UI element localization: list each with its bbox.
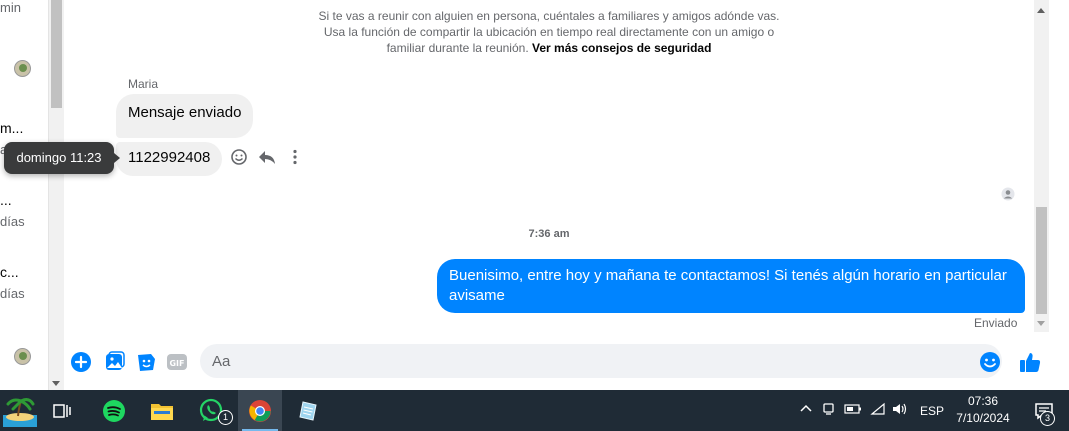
spotify-icon[interactable] (92, 390, 136, 431)
scroll-up-arrow[interactable] (1037, 8, 1045, 13)
more-options-icon[interactable] (286, 148, 304, 166)
notifications-icon[interactable]: 3 (1022, 390, 1066, 431)
photo-icon[interactable] (102, 350, 126, 374)
wifi-icon[interactable] (870, 402, 886, 419)
battery-icon[interactable] (844, 403, 862, 418)
gif-icon[interactable]: GIF (165, 350, 189, 374)
file-explorer-icon[interactable] (140, 390, 184, 431)
list-fragment: ... (0, 192, 12, 208)
message-input[interactable] (200, 344, 1002, 378)
avatar[interactable] (14, 60, 31, 77)
start-beach-icon[interactable] (0, 390, 40, 431)
safety-notice: Si te vas a reunir con alguien en person… (314, 8, 784, 56)
notifications-badge: 3 (1040, 411, 1055, 426)
safety-tips-link[interactable]: Ver más consejos de seguridad (532, 41, 711, 55)
scroll-down-arrow[interactable] (52, 381, 60, 386)
clock-date: 7/10/2024 (956, 411, 1010, 425)
task-view-icon[interactable] (40, 390, 84, 431)
list-fragment: días (0, 214, 25, 229)
outgoing-message[interactable]: Buenisimo, entre hoy y mañana te contact… (437, 259, 1025, 313)
chat-thread: Si te vas a reunir con alguien en person… (64, 0, 1034, 338)
list-fragment: c... (0, 264, 19, 280)
clock-time: 07:36 (967, 394, 999, 408)
scrollbar-thumb[interactable] (1036, 207, 1047, 314)
chat-scrollbar[interactable] (1034, 0, 1049, 332)
chrome-icon[interactable] (238, 390, 282, 431)
thumbs-up-icon[interactable] (1018, 350, 1042, 374)
sticker-icon[interactable] (134, 350, 158, 374)
windows-taskbar: 1 ESP 07:36 7/10/2024 3 (0, 390, 1069, 431)
conversation-list: min m... as ... días c... días (0, 0, 48, 390)
scroll-down-arrow[interactable] (1037, 321, 1045, 326)
seen-avatar-icon (1001, 187, 1015, 206)
delivery-status: Enviado (974, 316, 1018, 330)
scrollbar-thumb[interactable] (51, 0, 62, 108)
incoming-message[interactable]: 1122992408 (116, 142, 223, 176)
emoji-icon[interactable] (978, 350, 1002, 374)
volume-icon[interactable] (892, 402, 908, 419)
notepad-app-icon[interactable] (286, 390, 330, 431)
system-tray: ESP (800, 390, 944, 431)
message-composer: GIF (64, 338, 1054, 388)
avatar[interactable] (14, 348, 31, 365)
timestamp-tooltip: domingo 11:23 (4, 142, 120, 174)
svg-text:GIF: GIF (169, 359, 184, 368)
list-fragment: m... (0, 120, 24, 136)
input-language[interactable]: ESP (920, 404, 944, 418)
whatsapp-badge: 1 (218, 410, 233, 425)
react-icon[interactable] (230, 148, 248, 166)
whatsapp-icon[interactable]: 1 (190, 390, 234, 431)
message-actions (230, 148, 304, 166)
incoming-message[interactable]: Mensaje enviado (116, 94, 254, 138)
list-fragment: días (0, 286, 25, 301)
meet-now-icon[interactable] (822, 402, 836, 419)
list-fragment: min (0, 0, 21, 15)
chevron-up-icon[interactable] (800, 403, 812, 418)
time-separator: 7:36 am (528, 228, 570, 240)
plus-icon[interactable] (69, 350, 93, 374)
taskbar-clock[interactable]: 07:36 7/10/2024 (948, 393, 1018, 427)
sender-name: Maria (128, 77, 159, 91)
conversation-list-scrollbar[interactable] (48, 0, 64, 390)
reply-icon[interactable] (258, 148, 276, 166)
